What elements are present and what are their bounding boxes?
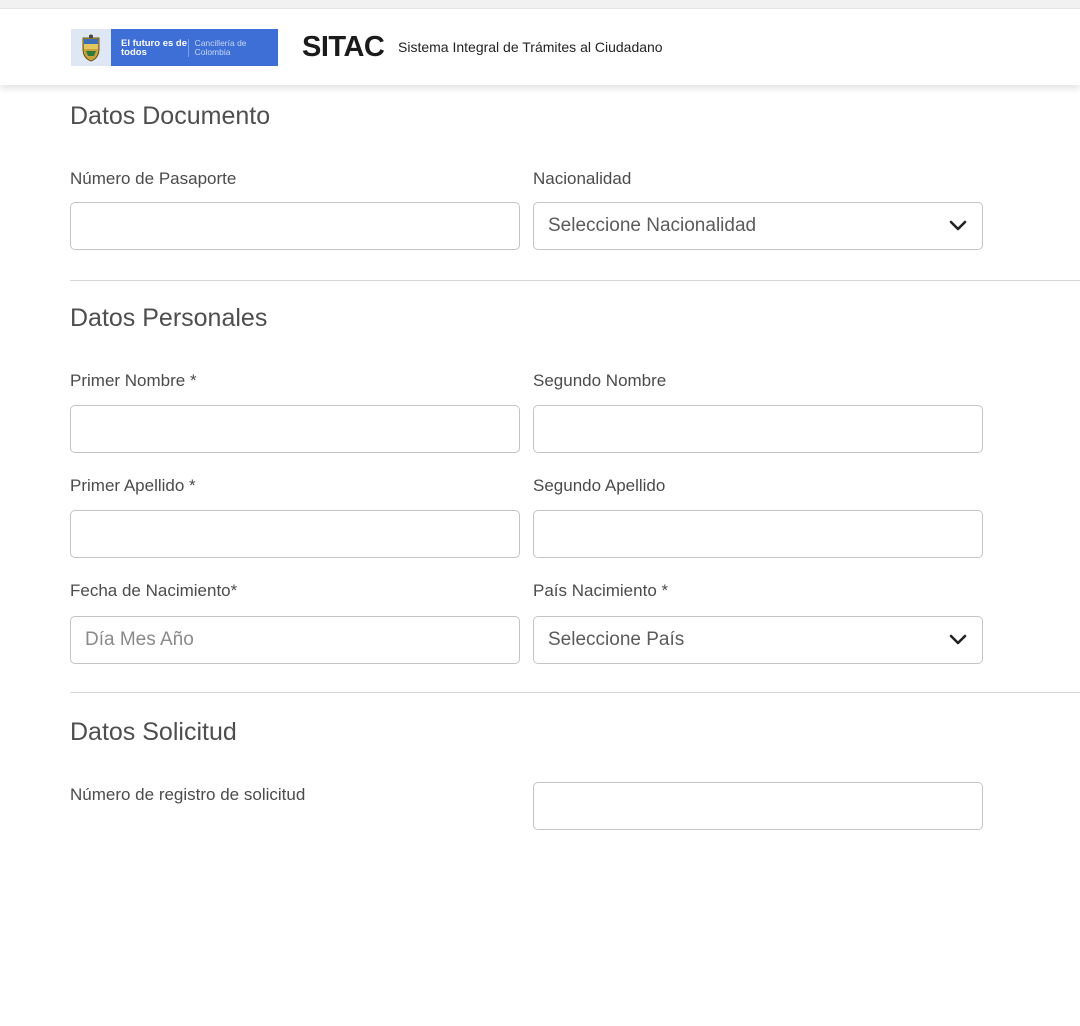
gov-slogan: El futuro es de todos <box>121 37 187 58</box>
colombia-coat-of-arms-icon <box>71 29 111 66</box>
segundo-apellido-label: Segundo Apellido <box>533 476 666 495</box>
primer-apellido-input[interactable] <box>70 510 520 558</box>
gov-logo[interactable]: El futuro es de todos Cancillería de Col… <box>71 29 278 66</box>
segundo-apellido-input[interactable] <box>533 510 983 558</box>
primer-apellido-label: Primer Apellido * <box>70 476 196 495</box>
primer-nombre-input[interactable] <box>70 405 520 453</box>
gov-brand-strip: El futuro es de todos Cancillería de Col… <box>111 29 278 66</box>
section-title-personales: Datos Personales <box>70 304 268 332</box>
nacionalidad-label: Nacionalidad <box>533 169 632 188</box>
gov-entity-name: Cancillería de Colombia <box>187 38 278 57</box>
pais-nacimiento-label: País Nacimiento * <box>533 581 669 600</box>
registro-solicitud-label: Número de registro de solicitud <box>70 785 306 804</box>
nacionalidad-select[interactable]: Seleccione Nacionalidad <box>533 202 983 250</box>
segundo-nombre-input[interactable] <box>533 405 983 453</box>
pais-selected-value: Seleccione País <box>548 629 685 650</box>
section-divider <box>70 280 1080 281</box>
chevron-down-icon <box>948 630 968 650</box>
nacionalidad-selected-value: Seleccione Nacionalidad <box>548 215 757 236</box>
segundo-nombre-label: Segundo Nombre <box>533 371 667 390</box>
registro-solicitud-input[interactable] <box>533 782 983 830</box>
pasaporte-input[interactable] <box>70 202 520 250</box>
chevron-down-icon <box>948 216 968 236</box>
section-title-documento: Datos Documento <box>70 102 271 130</box>
fecha-nacimiento-input[interactable] <box>70 616 520 664</box>
app-name[interactable]: SITAC <box>302 31 385 64</box>
pasaporte-label: Número de Pasaporte <box>70 169 237 188</box>
fecha-nacimiento-label: Fecha de Nacimiento* <box>70 581 238 600</box>
site-header: El futuro es de todos Cancillería de Col… <box>0 9 1080 85</box>
section-divider <box>70 692 1080 693</box>
primer-nombre-label: Primer Nombre * <box>70 371 197 390</box>
app-subtitle: Sistema Integral de Trámites al Ciudadan… <box>398 39 663 55</box>
section-title-solicitud: Datos Solicitud <box>70 718 237 746</box>
pais-nacimiento-select[interactable]: Seleccione País <box>533 616 983 664</box>
browser-top-strip <box>0 0 1080 9</box>
